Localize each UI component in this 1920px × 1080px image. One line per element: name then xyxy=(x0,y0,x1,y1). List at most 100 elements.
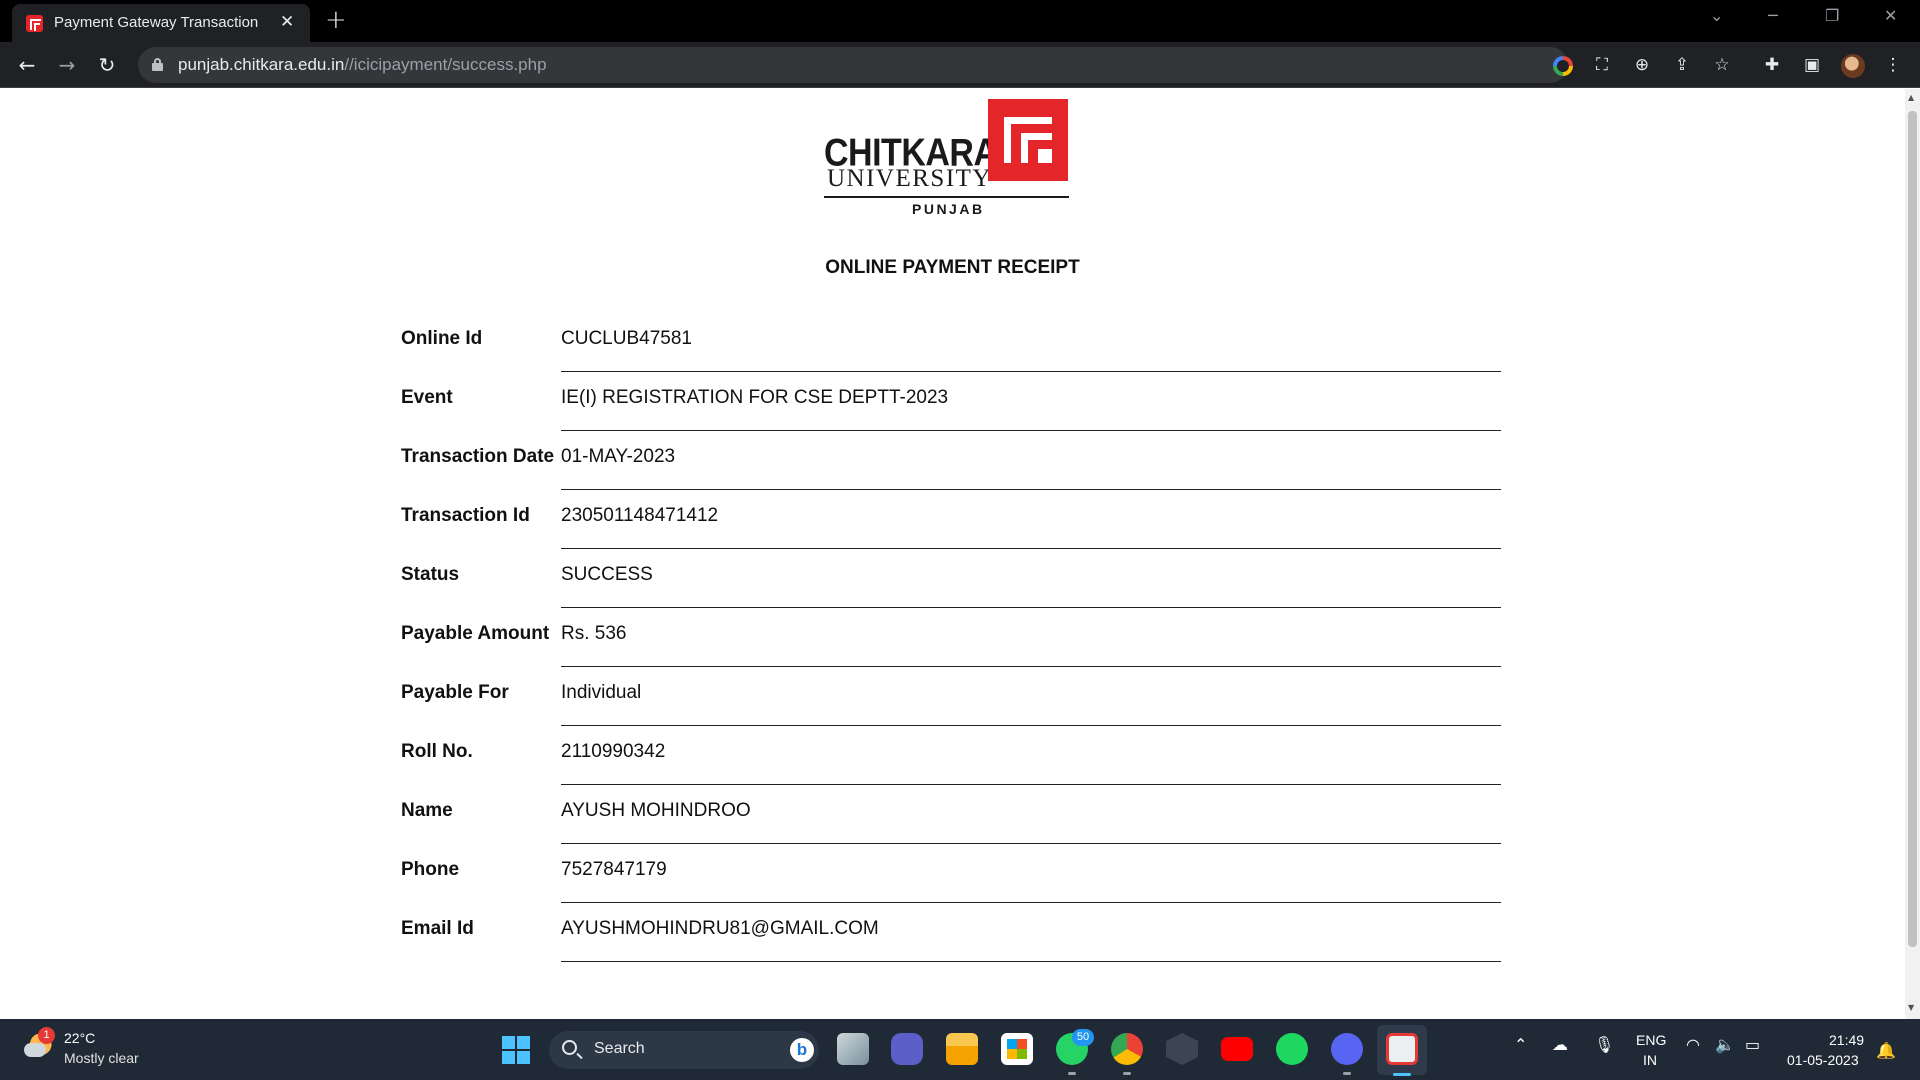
whatsapp-unread-badge: 50 xyxy=(1072,1029,1094,1046)
weather-description: Mostly clear xyxy=(64,1050,139,1066)
menu-icon[interactable]: ⋮ xyxy=(1882,54,1904,76)
clock-date[interactable]: 01-05-2023 xyxy=(1787,1052,1859,1068)
task-view-icon[interactable] xyxy=(837,1033,869,1065)
logo-divider xyxy=(824,196,1069,198)
lock-icon[interactable] xyxy=(152,58,163,71)
chitkara-logo: CHITKARA UNIVERSITY PUNJAB xyxy=(824,99,1070,217)
row-label: Roll No. xyxy=(401,741,473,762)
file-explorer-icon[interactable] xyxy=(946,1033,978,1065)
microphone-icon[interactable]: 🎙 xyxy=(1594,1035,1614,1054)
taskbar-search[interactable]: Search b xyxy=(549,1031,819,1069)
url-host: punjab.chitkara.edu.in xyxy=(178,55,345,74)
receipt-table: Online Id CUCLUB47581 Event IE(I) REGIST… xyxy=(401,313,1501,962)
tab-search-chevron-icon[interactable]: ⌄ xyxy=(1710,6,1723,25)
windows-taskbar: 1 22°C Mostly clear Search b 50 ⌃ ☁ 🎙 EN… xyxy=(0,1019,1920,1080)
start-button[interactable] xyxy=(502,1036,530,1064)
row-value: Individual xyxy=(561,682,1501,726)
row-label: Transaction Id xyxy=(401,505,530,526)
row-value: AYUSHMOHINDRU81@GMAIL.COM xyxy=(561,918,1501,962)
receipt-row-transaction-date: Transaction Date 01-MAY-2023 xyxy=(401,431,1501,490)
row-value: 230501148471412 xyxy=(561,505,1501,549)
side-panel-icon[interactable]: ▣ xyxy=(1801,54,1823,76)
row-label: Name xyxy=(401,800,453,821)
microsoft-store-icon[interactable] xyxy=(1001,1033,1033,1065)
browser-toolbar: ← → ↻ punjab.chitkara.edu.in//icicipayme… xyxy=(0,42,1920,88)
search-label: Search xyxy=(594,1040,645,1057)
chrome-running-indicator xyxy=(1123,1072,1131,1075)
receipt-row-online-id: Online Id CUCLUB47581 xyxy=(401,313,1501,372)
receipt-row-transaction-id: Transaction Id 230501148471412 xyxy=(401,490,1501,549)
close-window-button[interactable]: ✕ xyxy=(1884,6,1897,25)
receipt-row-phone: Phone 7527847179 xyxy=(401,844,1501,903)
forward-icon[interactable]: → xyxy=(54,52,80,78)
discord-icon[interactable] xyxy=(1331,1033,1363,1065)
browser-tab-active[interactable]: Payment Gateway Transaction ✕ xyxy=(12,4,310,42)
teams-chat-icon[interactable] xyxy=(891,1033,923,1065)
row-value: CUCLUB47581 xyxy=(561,328,1501,372)
row-label: Online Id xyxy=(401,328,483,349)
row-label: Status xyxy=(401,564,460,585)
address-bar[interactable]: punjab.chitkara.edu.in//icicipayment/suc… xyxy=(138,47,1568,83)
scroll-down-icon[interactable]: ▼ xyxy=(1908,1003,1914,1012)
page-scrollbar[interactable]: ▲ ▼ xyxy=(1905,89,1920,1019)
region-indicator[interactable]: IN xyxy=(1643,1052,1657,1068)
row-label: Payable Amount xyxy=(401,623,550,644)
volume-icon[interactable]: 🔈 xyxy=(1715,1035,1735,1054)
battery-icon[interactable]: ▭ xyxy=(1745,1035,1760,1054)
close-tab-icon[interactable]: ✕ xyxy=(280,12,294,32)
share-icon[interactable]: ⇪ xyxy=(1671,54,1693,76)
active-app-indicator xyxy=(1393,1073,1411,1076)
row-label: Transaction Date xyxy=(401,446,555,467)
back-icon[interactable]: ← xyxy=(14,52,40,78)
restore-button[interactable]: ❐ xyxy=(1825,6,1839,25)
row-label: Phone xyxy=(401,859,460,880)
url-text[interactable]: punjab.chitkara.edu.in//icicipayment/suc… xyxy=(178,55,547,75)
snipping-tool-icon[interactable] xyxy=(1386,1033,1418,1065)
page-content: CHITKARA UNIVERSITY PUNJAB ONLINE PAYMEN… xyxy=(0,89,1905,1019)
profile-avatar[interactable] xyxy=(1841,54,1865,78)
tab-title: Payment Gateway Transaction xyxy=(54,14,259,31)
youtube-icon[interactable] xyxy=(1221,1037,1253,1061)
onedrive-cloud-icon[interactable]: ☁ xyxy=(1552,1035,1568,1054)
whatsapp-running-indicator xyxy=(1068,1072,1076,1075)
weather-notification-badge: 1 xyxy=(38,1027,55,1044)
minimize-button[interactable]: ─ xyxy=(1768,6,1778,25)
zoom-icon[interactable]: ⊕ xyxy=(1631,54,1653,76)
show-hidden-icons-chevron-icon[interactable]: ⌃ xyxy=(1514,1035,1527,1054)
receipt-row-payable-for: Payable For Individual xyxy=(401,667,1501,726)
logo-university: UNIVERSITY xyxy=(827,165,992,192)
language-indicator[interactable]: ENG xyxy=(1636,1032,1666,1048)
tab-strip: Payment Gateway Transaction ✕ + ⌄ ─ ❐ ✕ xyxy=(0,0,1920,42)
row-value: 01-MAY-2023 xyxy=(561,446,1501,490)
new-tab-button[interactable]: + xyxy=(325,5,347,35)
unity-hub-icon[interactable] xyxy=(1166,1033,1198,1065)
extensions-icon[interactable]: ✚ xyxy=(1761,54,1783,76)
translate-icon[interactable]: ⛶ xyxy=(1591,54,1613,76)
clock-time[interactable]: 21:49 xyxy=(1829,1032,1864,1048)
weather-temperature: 22°C xyxy=(64,1030,96,1046)
receipt-row-name: Name AYUSH MOHINDROO xyxy=(401,785,1501,844)
bing-icon[interactable]: b xyxy=(790,1038,814,1062)
row-label: Event xyxy=(401,387,453,408)
notifications-bell-icon[interactable]: 🔔 xyxy=(1876,1041,1896,1060)
receipt-title: ONLINE PAYMENT RECEIPT xyxy=(825,257,1080,278)
url-path: //icicipayment/success.php xyxy=(344,55,547,74)
row-value: IE(I) REGISTRATION FOR CSE DEPTT-2023 xyxy=(561,387,1501,431)
google-lens-icon[interactable] xyxy=(1553,56,1573,76)
bookmark-star-icon[interactable]: ☆ xyxy=(1711,54,1733,76)
row-value: 7527847179 xyxy=(561,859,1501,903)
row-value: Rs. 536 xyxy=(561,623,1501,667)
receipt-row-email: Email Id AYUSHMOHINDRU81@GMAIL.COM xyxy=(401,903,1501,962)
receipt-row-payable-amount: Payable Amount Rs. 536 xyxy=(401,608,1501,667)
row-value: AYUSH MOHINDROO xyxy=(561,800,1501,844)
logo-emblem-icon xyxy=(988,99,1068,181)
chrome-icon[interactable] xyxy=(1111,1033,1143,1065)
receipt-row-event: Event IE(I) REGISTRATION FOR CSE DEPTT-2… xyxy=(401,372,1501,431)
reload-icon[interactable]: ↻ xyxy=(94,52,120,78)
scrollbar-thumb[interactable] xyxy=(1908,111,1917,947)
row-label: Payable For xyxy=(401,682,509,703)
row-value: SUCCESS xyxy=(561,564,1501,608)
scroll-up-icon[interactable]: ▲ xyxy=(1908,93,1914,102)
spotify-icon[interactable] xyxy=(1276,1033,1308,1065)
wifi-icon[interactable]: ◠ xyxy=(1686,1035,1700,1054)
